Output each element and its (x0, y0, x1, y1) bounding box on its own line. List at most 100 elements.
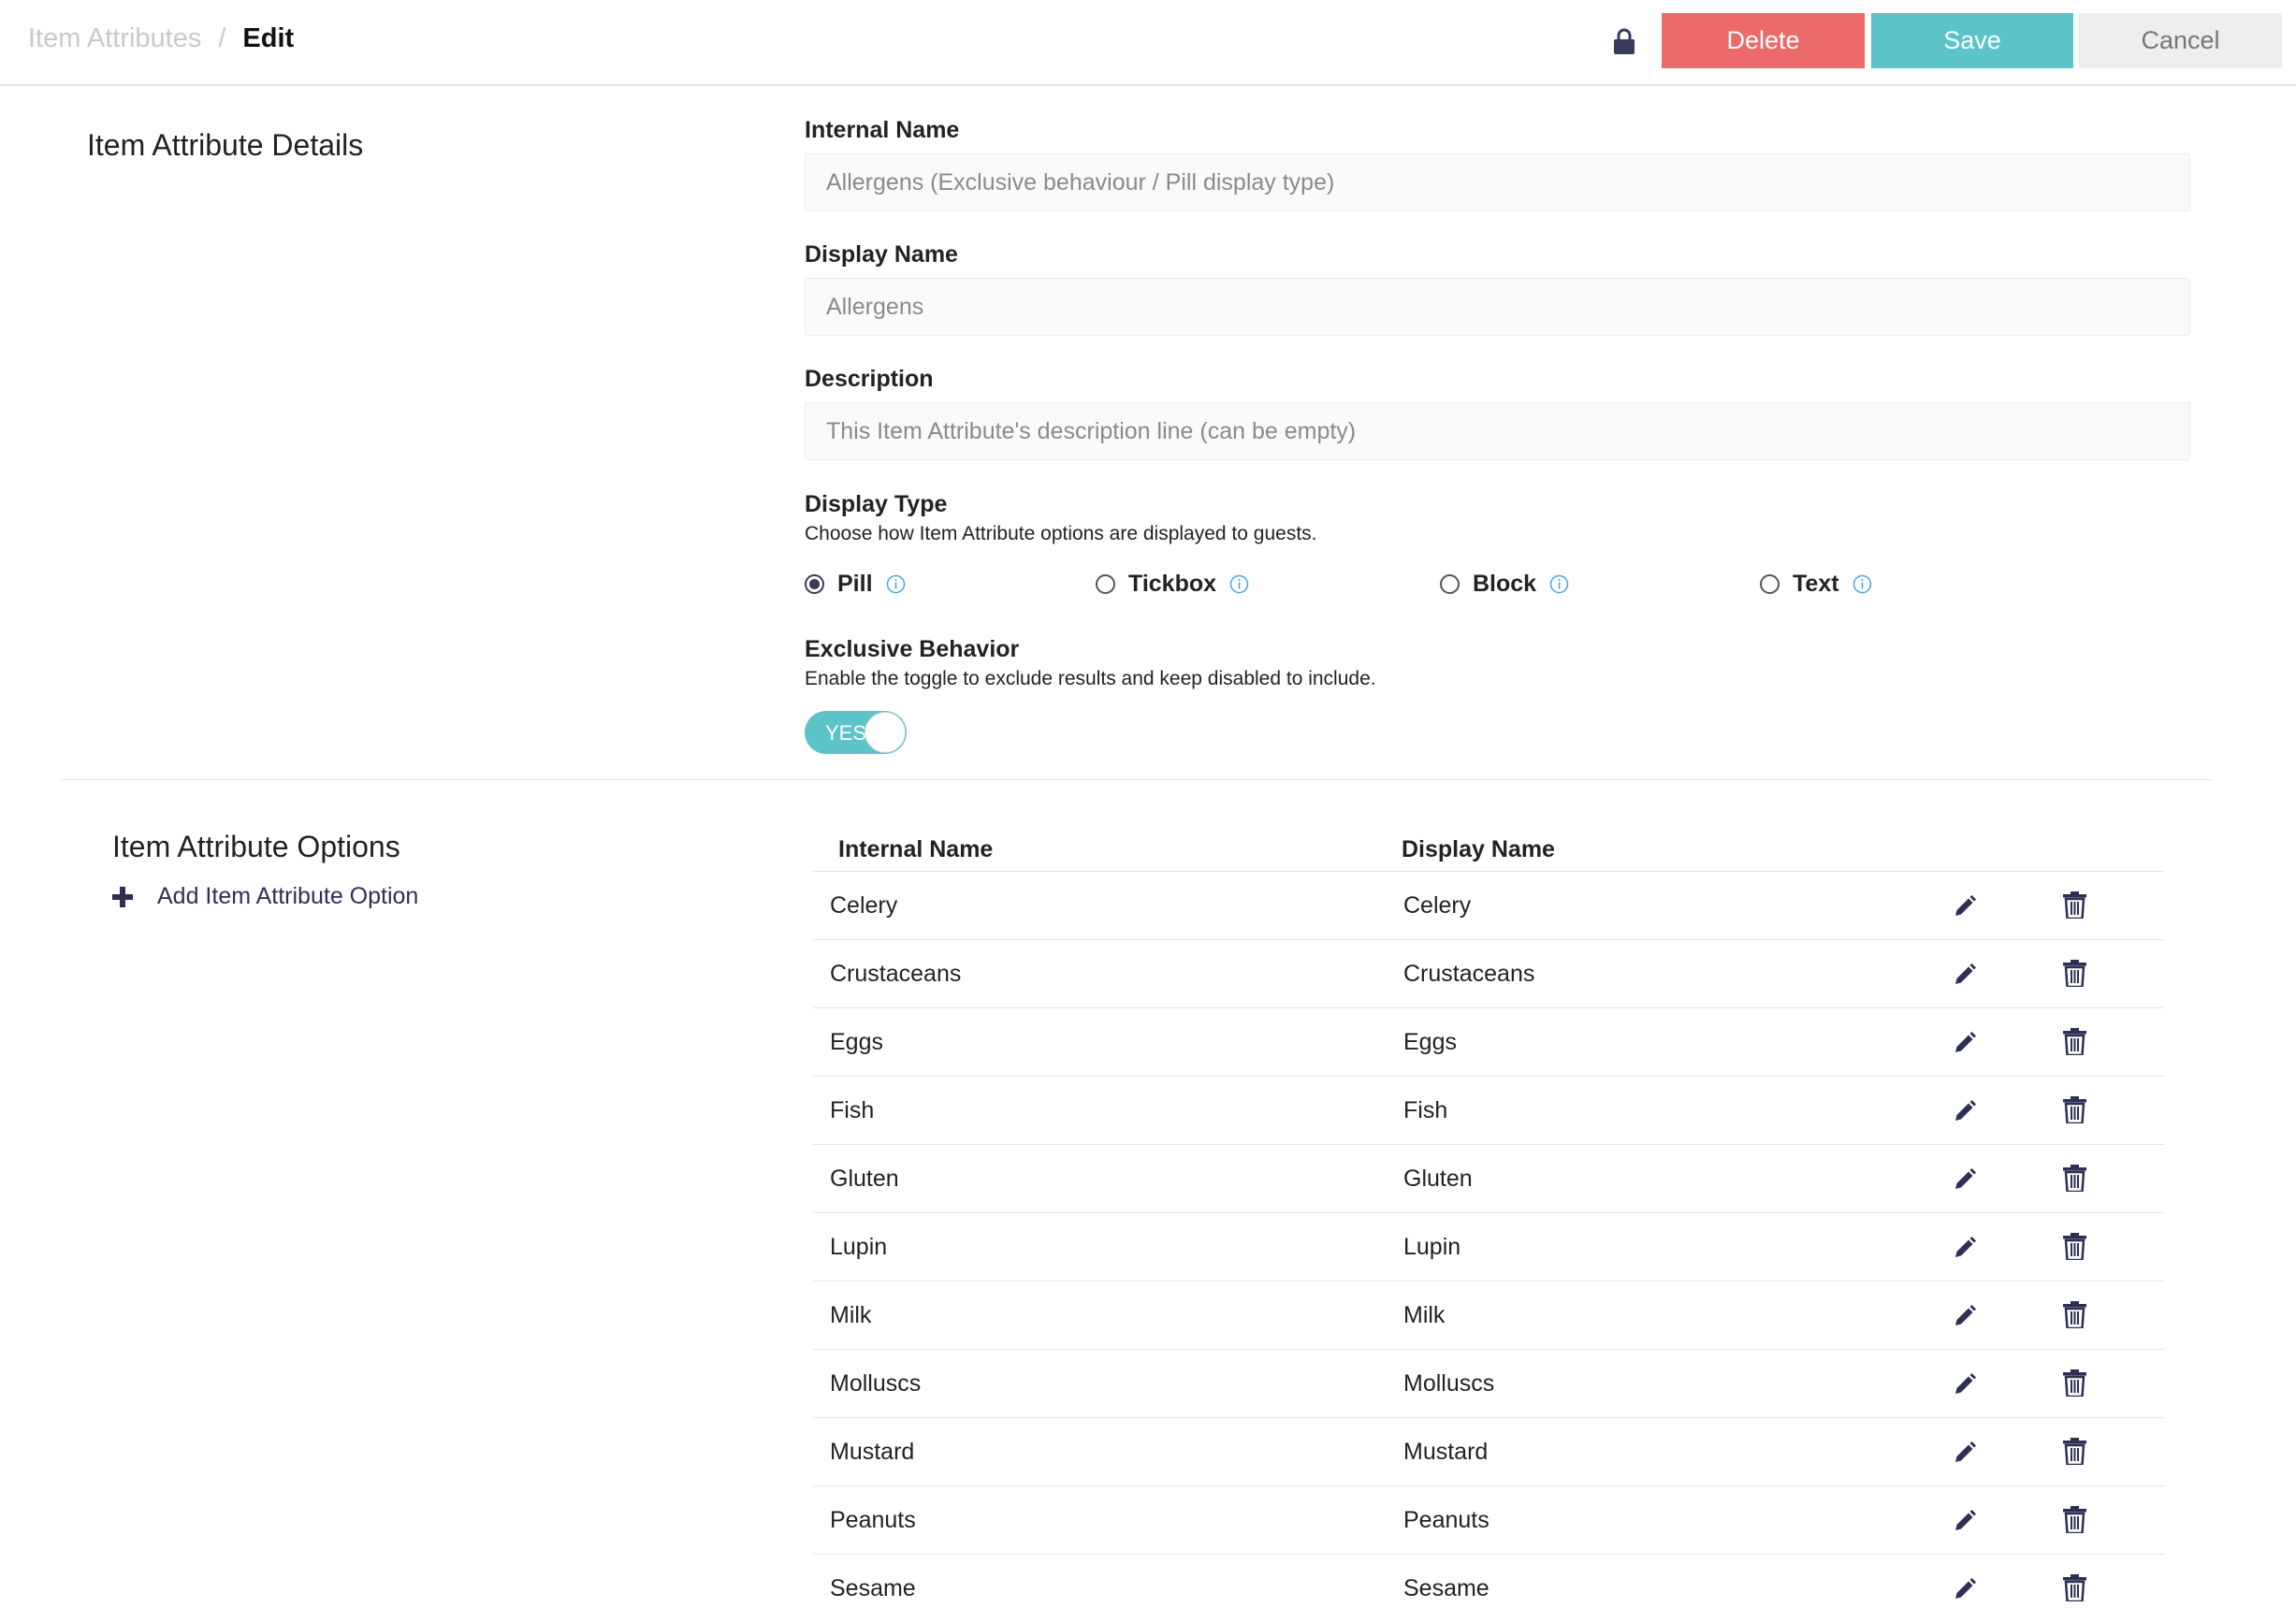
add-option-label: Add Item Attribute Option (157, 883, 419, 909)
table-row: Sesame Sesame (813, 1555, 2164, 1622)
radio-pill[interactable] (805, 573, 824, 594)
radio-pill-label: Pill (837, 570, 873, 597)
trash-icon[interactable] (2063, 1574, 2086, 1601)
toggle-knob (865, 712, 906, 753)
delete-button[interactable]: Delete (1662, 13, 1865, 68)
table-row: Molluscs Molluscs (813, 1350, 2164, 1418)
cell-display-name: Mustard (1403, 1439, 1489, 1465)
breadcrumb-item-attributes[interactable]: Item Attributes (28, 23, 201, 54)
lock-icon[interactable] (1612, 28, 1636, 54)
add-item-attribute-option-button[interactable]: Add Item Attribute Option (112, 883, 418, 910)
breadcrumb-separator: / (218, 23, 226, 53)
cell-display-name: Fish (1403, 1097, 1448, 1123)
trash-icon[interactable] (2063, 891, 2086, 919)
cancel-button[interactable]: Cancel (2079, 13, 2282, 68)
display-type-label: Display Type (805, 491, 948, 517)
radio-text[interactable] (1760, 573, 1780, 594)
radio-tickbox-label: Tickbox (1128, 570, 1217, 597)
cell-internal-name: Eggs (830, 1029, 883, 1055)
cell-internal-name: Celery (830, 892, 898, 919)
plus-icon (112, 886, 133, 907)
trash-icon[interactable] (2063, 960, 2086, 987)
toggle-label: YES (825, 721, 867, 745)
table-row: Lupin Lupin (813, 1213, 2164, 1282)
pencil-icon[interactable] (1952, 1030, 1978, 1056)
trash-icon[interactable] (2063, 1028, 2086, 1055)
details-section-title: Item Attribute Details (87, 128, 364, 162)
info-icon[interactable] (1229, 574, 1249, 594)
radio-tickbox[interactable] (1096, 573, 1115, 594)
cell-display-name: Lupin (1403, 1234, 1461, 1260)
section-divider (61, 779, 2213, 780)
cell-display-name: Gluten (1403, 1166, 1473, 1192)
info-icon[interactable] (1853, 574, 1872, 594)
table-header: Internal Name Display Name (813, 825, 2164, 872)
radio-option-tickbox[interactable]: Tickbox (1096, 565, 1249, 602)
exclusive-behavior-toggle[interactable]: YES (805, 711, 907, 754)
breadcrumb: Item Attributes / Edit (28, 23, 294, 54)
table-row: Celery Celery (813, 872, 2164, 940)
cell-internal-name: Crustaceans (830, 961, 962, 987)
cell-internal-name: Mustard (830, 1439, 915, 1465)
trash-icon[interactable] (2063, 1301, 2086, 1328)
cell-display-name: Celery (1403, 892, 1472, 919)
top-bar: Item Attributes / Edit Delete Save Cance… (0, 0, 2296, 86)
radio-option-pill[interactable]: Pill (805, 565, 906, 602)
display-name-label: Display Name (805, 241, 958, 268)
options-section-title: Item Attribute Options (112, 830, 400, 863)
description-input[interactable]: This Item Attribute's description line (… (805, 402, 2190, 460)
display-name-input[interactable]: Allergens (805, 278, 2190, 336)
table-row: Gluten Gluten (813, 1145, 2164, 1213)
cell-display-name: Crustaceans (1403, 961, 1535, 987)
pencil-icon[interactable] (1952, 893, 1978, 920)
cell-internal-name: Gluten (830, 1166, 899, 1192)
cell-display-name: Eggs (1403, 1029, 1457, 1055)
exclusive-behavior-help: Enable the toggle to exclude results and… (805, 668, 1376, 689)
pencil-icon[interactable] (1952, 1166, 1978, 1193)
trash-icon[interactable] (2063, 1096, 2086, 1123)
pencil-icon[interactable] (1952, 1576, 1978, 1602)
internal-name-input[interactable]: Allergens (Exclusive behaviour / Pill di… (805, 153, 2190, 211)
cell-internal-name: Molluscs (830, 1370, 922, 1397)
pencil-icon[interactable] (1952, 1303, 1978, 1329)
table-row: Mustard Mustard (813, 1418, 2164, 1486)
cell-internal-name: Milk (830, 1302, 872, 1328)
table-row: Fish Fish (813, 1077, 2164, 1145)
display-type-help: Choose how Item Attribute options are di… (805, 523, 1317, 544)
cell-internal-name: Sesame (830, 1575, 916, 1601)
cell-internal-name: Fish (830, 1097, 875, 1123)
cell-display-name: Peanuts (1403, 1507, 1489, 1533)
column-header-display-name: Display Name (1402, 836, 1555, 862)
display-type-radio-group: Pill Tickbox Block Text (805, 565, 2021, 602)
radio-option-text[interactable]: Text (1760, 565, 1872, 602)
pencil-icon[interactable] (1952, 1371, 1978, 1398)
trash-icon[interactable] (2063, 1369, 2086, 1397)
trash-icon[interactable] (2063, 1506, 2086, 1533)
radio-option-block[interactable]: Block (1440, 565, 1569, 602)
save-button[interactable]: Save (1871, 13, 2073, 68)
exclusive-behavior-label: Exclusive Behavior (805, 636, 1020, 662)
table-row: Milk Milk (813, 1282, 2164, 1350)
trash-icon[interactable] (2063, 1165, 2086, 1192)
description-label: Description (805, 366, 934, 392)
info-icon[interactable] (886, 574, 906, 594)
info-icon[interactable] (1549, 574, 1569, 594)
trash-icon[interactable] (2063, 1438, 2086, 1465)
pencil-icon[interactable] (1952, 962, 1978, 988)
pencil-icon[interactable] (1952, 1098, 1978, 1124)
table-row: Crustaceans Crustaceans (813, 940, 2164, 1008)
cell-display-name: Molluscs (1403, 1370, 1495, 1397)
pencil-icon[interactable] (1952, 1235, 1978, 1261)
internal-name-label: Internal Name (805, 117, 960, 143)
cell-display-name: Milk (1403, 1302, 1446, 1328)
radio-text-label: Text (1793, 570, 1839, 597)
options-table: Internal Name Display Name Celery Celery C… (813, 825, 2164, 1622)
pencil-icon[interactable] (1952, 1508, 1978, 1534)
radio-block-label: Block (1473, 570, 1537, 597)
table-row: Eggs Eggs (813, 1008, 2164, 1077)
table-body: Celery Celery Crustaceans Crustaceans Eggs Eg… (813, 872, 2164, 1622)
radio-block[interactable] (1440, 573, 1460, 594)
column-header-internal-name: Internal Name (838, 836, 994, 862)
pencil-icon[interactable] (1952, 1440, 1978, 1466)
trash-icon[interactable] (2063, 1233, 2086, 1260)
